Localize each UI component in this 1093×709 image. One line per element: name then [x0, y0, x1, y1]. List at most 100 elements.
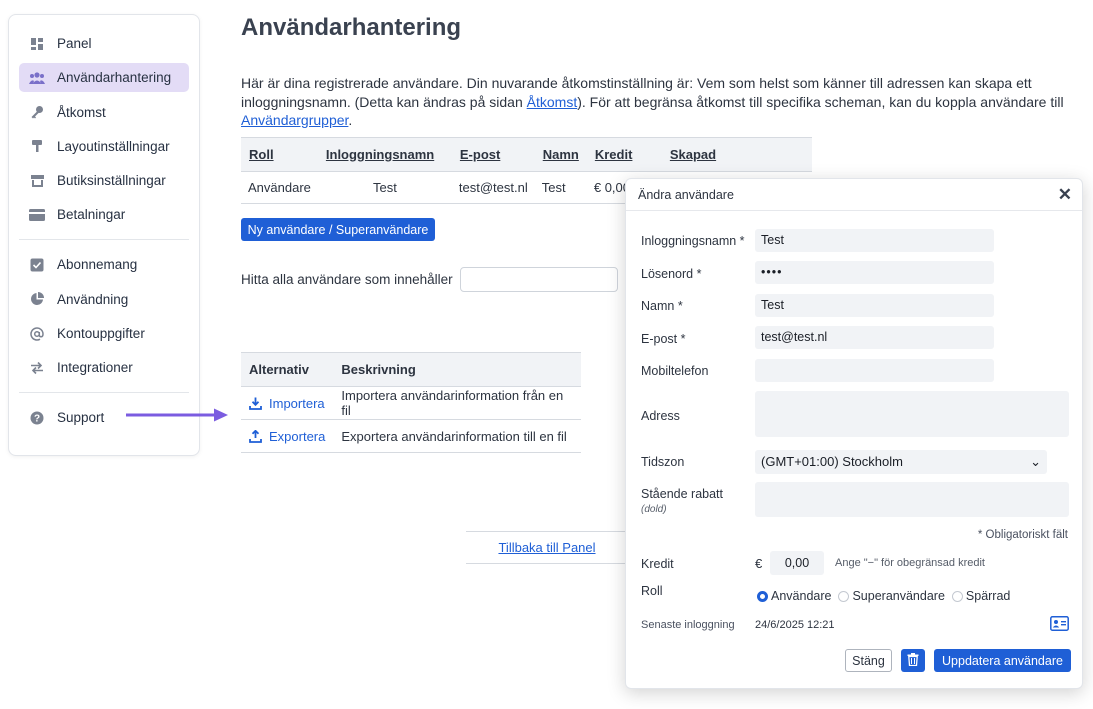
close-icon[interactable]: ✕: [1058, 185, 1072, 205]
radio-label: Superanvändare: [852, 589, 945, 603]
cell-name: Test: [534, 171, 587, 204]
column-header-login[interactable]: Inloggningsnamn: [317, 137, 452, 172]
sidebar: Panel Användarhantering Åtkomst Layoutin…: [8, 14, 200, 456]
export-link[interactable]: Exportera: [249, 429, 325, 444]
required-note: * Obligatoriskt fält: [977, 529, 1068, 541]
column-header-role[interactable]: Roll: [241, 137, 318, 172]
cell-description: Importera användarinformation från en fi…: [333, 386, 581, 420]
export-label: Exportera: [269, 428, 326, 444]
sidebar-item-layout[interactable]: Layoutinställningar: [19, 132, 189, 161]
cell-email: test@test.nl: [451, 171, 535, 204]
id-card-icon[interactable]: [1050, 616, 1069, 631]
discount-note: (dold): [641, 504, 667, 515]
sidebar-item-label: Layoutinställningar: [57, 138, 170, 154]
download-icon: [249, 397, 262, 410]
sidebar-item-label: Användarhantering: [57, 70, 172, 86]
import-label: Importera: [269, 395, 325, 411]
discount-label: Stående rabatt: [641, 487, 724, 501]
name-field[interactable]: Test: [755, 294, 994, 317]
intro-text: Här är dina registrerade användare. Din …: [241, 74, 1081, 130]
sidebar-item-label: Kontouppgifter: [57, 326, 145, 342]
sidebar-item-label: Panel: [57, 36, 92, 51]
user-groups-link[interactable]: Användargrupper: [241, 112, 348, 128]
mobile-field[interactable]: [755, 359, 994, 382]
discount-textarea[interactable]: [755, 482, 1069, 517]
password-field[interactable]: ••••: [755, 261, 994, 284]
sidebar-item-panel[interactable]: Panel: [19, 29, 189, 58]
role-radio-blocked[interactable]: Spärrad: [951, 589, 1011, 603]
intro-text-part: ). För att begränsa åtkomst till specifi…: [577, 93, 1064, 110]
export-cell: Exportera: [241, 419, 334, 453]
password-label: Lösenord *: [641, 267, 702, 281]
edit-user-dialog: Ändra användare ✕ Inloggningsnamn * Test…: [625, 178, 1083, 689]
sidebar-item-store[interactable]: Butiksinställningar: [19, 166, 189, 195]
sidebar-item-subscription[interactable]: Abonnemang: [19, 250, 189, 279]
import-link[interactable]: Importera: [249, 396, 325, 411]
sidebar-item-usage[interactable]: Användning: [19, 285, 189, 314]
search-label: Hitta alla användare som innehåller: [241, 272, 453, 287]
timezone-label: Tidszon: [641, 455, 685, 469]
users-icon: [29, 70, 45, 86]
login-field[interactable]: Test: [755, 229, 994, 252]
sidebar-item-user-management[interactable]: Användarhantering: [19, 63, 189, 93]
address-label: Adress: [641, 409, 680, 423]
sidebar-item-label: Åtkomst: [57, 104, 106, 120]
address-textarea[interactable]: [755, 391, 1069, 437]
last-login-label: Senaste inloggning: [641, 619, 735, 631]
store-icon: [29, 173, 45, 189]
sidebar-item-access[interactable]: Åtkomst: [19, 98, 189, 127]
name-label: Namn *: [641, 299, 683, 313]
credit-card-icon: [29, 207, 45, 223]
sidebar-item-account[interactable]: Kontouppgifter: [19, 319, 189, 348]
sidebar-divider: [19, 392, 189, 394]
paint-roller-icon: [29, 138, 45, 154]
options-table: Alternativ Beskrivning Importera Importe…: [241, 352, 581, 453]
delete-button[interactable]: [901, 649, 925, 672]
import-cell: Importera: [241, 386, 334, 420]
dashboard-icon: [29, 36, 45, 52]
at-sign-icon: [29, 326, 45, 342]
key-icon: [29, 104, 45, 120]
role-radio-user[interactable]: Användare: [757, 589, 831, 603]
radio-dot: [838, 590, 850, 602]
intro-text-part: .: [348, 112, 353, 128]
page-title: Användarhantering: [241, 14, 462, 41]
role-radio-superuser[interactable]: Superanvändare: [838, 589, 945, 603]
credit-label: Kredit: [641, 557, 674, 571]
column-header-name[interactable]: Namn: [534, 137, 587, 172]
pie-chart-icon: [29, 291, 45, 307]
login-label: Inloggningsnamn *: [641, 234, 745, 248]
column-header-email[interactable]: E-post: [451, 137, 535, 172]
email-field[interactable]: test@test.nl: [755, 326, 994, 349]
cell-description: Exportera användarinformation till en fi…: [333, 419, 581, 453]
back-to-panel-link[interactable]: Tillbaka till Panel: [498, 540, 595, 555]
search-row: Hitta alla användare som innehåller i: [241, 267, 628, 292]
back-link-box: Tillbaka till Panel: [466, 531, 628, 564]
close-button[interactable]: Stäng: [845, 649, 892, 672]
update-user-button[interactable]: Uppdatera användare: [934, 649, 1071, 672]
cell-role: Användare: [241, 171, 318, 204]
radio-label: Användare: [771, 589, 832, 603]
currency-symbol: €: [755, 556, 763, 571]
column-header-description: Beskrivning: [333, 352, 581, 387]
sidebar-item-label: Integrationer: [57, 360, 133, 376]
search-input[interactable]: [459, 267, 618, 292]
arrows-exchange-icon: [29, 360, 45, 376]
sidebar-item-label: Butiksinställningar: [57, 173, 166, 189]
sidebar-item-integrations[interactable]: Integrationer: [19, 353, 189, 382]
column-header-credit[interactable]: Kredit: [586, 137, 662, 172]
dialog-title: Ändra användare: [638, 188, 734, 202]
dialog-header: Ändra användare ✕: [626, 179, 1082, 211]
new-user-button[interactable]: Ny användare / Superanvändare: [241, 218, 435, 241]
credit-field[interactable]: 0,00: [770, 551, 824, 575]
access-link[interactable]: Åtkomst: [527, 94, 578, 110]
sidebar-divider: [19, 239, 189, 241]
column-header-created[interactable]: Skapad: [661, 137, 812, 172]
sidebar-item-label: Användning: [57, 291, 129, 307]
email-label: E-post *: [641, 332, 686, 346]
radio-label: Spärrad: [965, 589, 1011, 603]
checkbox-icon: [29, 257, 45, 273]
sidebar-item-payments[interactable]: Betalningar: [19, 200, 189, 229]
timezone-select[interactable]: (GMT+01:00) Stockholm ⌄: [755, 450, 1047, 474]
radio-dot: [757, 590, 768, 602]
